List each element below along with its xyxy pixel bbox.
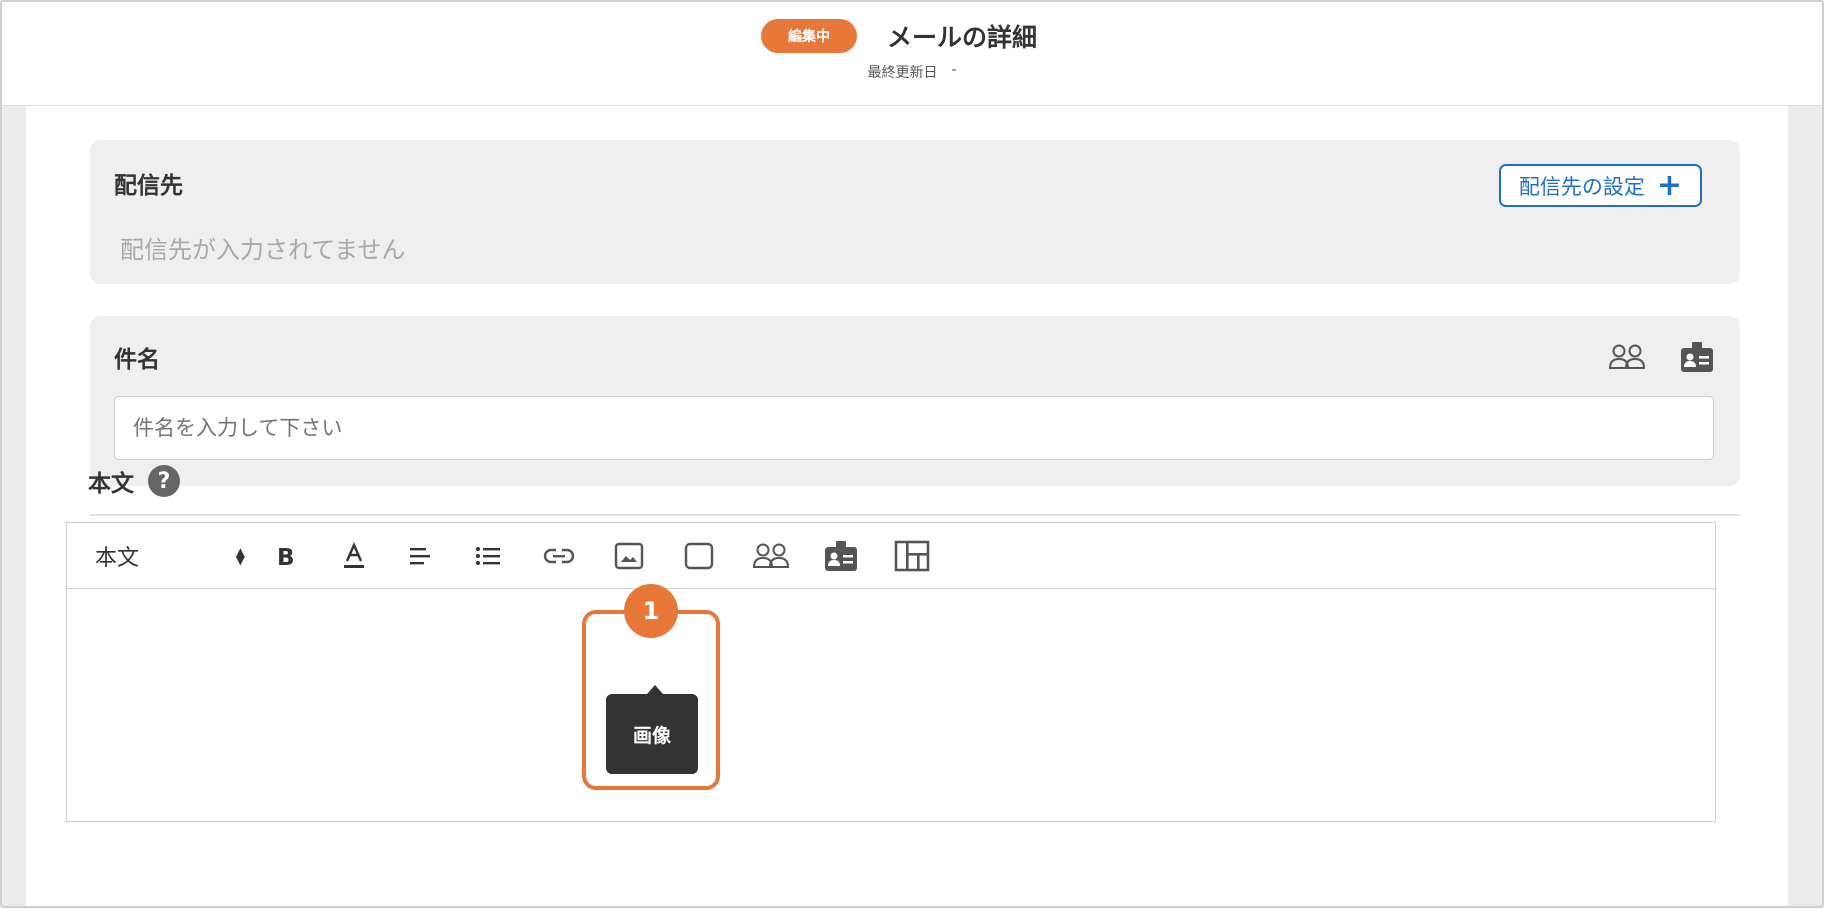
bold-icon[interactable]: B [269, 539, 303, 573]
people-icon[interactable] [1608, 344, 1646, 374]
body-editor: 本文 ▲ ▼ B [66, 522, 1716, 822]
set-destination-label: 配信先の設定 [1518, 174, 1645, 199]
image-tooltip: 画像 [606, 685, 698, 774]
svg-text:B: B [277, 545, 295, 568]
body-label: 本文 [88, 471, 134, 497]
align-icon[interactable] [403, 539, 437, 573]
editor-toolbar: 本文 ▲ ▼ B [67, 523, 1715, 589]
header-title-row: 編集中 メールの詳細 [2, 18, 1822, 54]
help-icon[interactable]: ? [148, 465, 180, 497]
body-editor-area[interactable] [67, 589, 1715, 823]
sort-arrows-icon: ▲ ▼ [235, 545, 245, 567]
id-badge-icon[interactable] [823, 539, 859, 573]
text-style-value: 本文 [95, 546, 140, 571]
layout-icon[interactable] [893, 539, 931, 573]
annotation-number-badge: 1 [624, 584, 678, 638]
link-icon[interactable] [539, 539, 579, 573]
page-header: 編集中 メールの詳細 最終更新日 - [2, 2, 1822, 106]
last-updated: 最終更新日 - [2, 62, 1822, 82]
last-updated-value: - [951, 62, 957, 78]
page-title: メールの詳細 [886, 23, 1037, 52]
plus-icon: + [1656, 167, 1683, 203]
frame-icon[interactable] [681, 539, 717, 573]
subject-input[interactable] [114, 396, 1714, 460]
app-window: 編集中 メールの詳細 最終更新日 - 配信先 配信先が入力されてません 配信先の… [0, 0, 1824, 908]
destination-card: 配信先 配信先が入力されてません 配信先の設定 + [90, 140, 1740, 284]
destination-empty-text: 配信先が入力されてません [120, 236, 406, 264]
text-style-select[interactable]: 本文 ▲ ▼ [95, 539, 245, 573]
body-section-title: 本文 ? [88, 464, 180, 498]
id-badge-icon[interactable] [1680, 340, 1714, 378]
text-color-icon[interactable] [337, 539, 371, 573]
subject-label: 件名 [114, 347, 160, 373]
list-icon[interactable] [471, 539, 505, 573]
section-divider [90, 514, 1740, 516]
subject-card: 件名 [90, 316, 1740, 486]
last-updated-label: 最終更新日 [867, 65, 938, 81]
subject-insert-icons [1608, 340, 1714, 378]
set-destination-button[interactable]: 配信先の設定 + [1499, 164, 1702, 207]
destination-label: 配信先 [114, 173, 183, 199]
status-badge: 編集中 [760, 19, 857, 53]
image-icon[interactable] [611, 539, 647, 573]
people-icon[interactable] [751, 539, 791, 573]
